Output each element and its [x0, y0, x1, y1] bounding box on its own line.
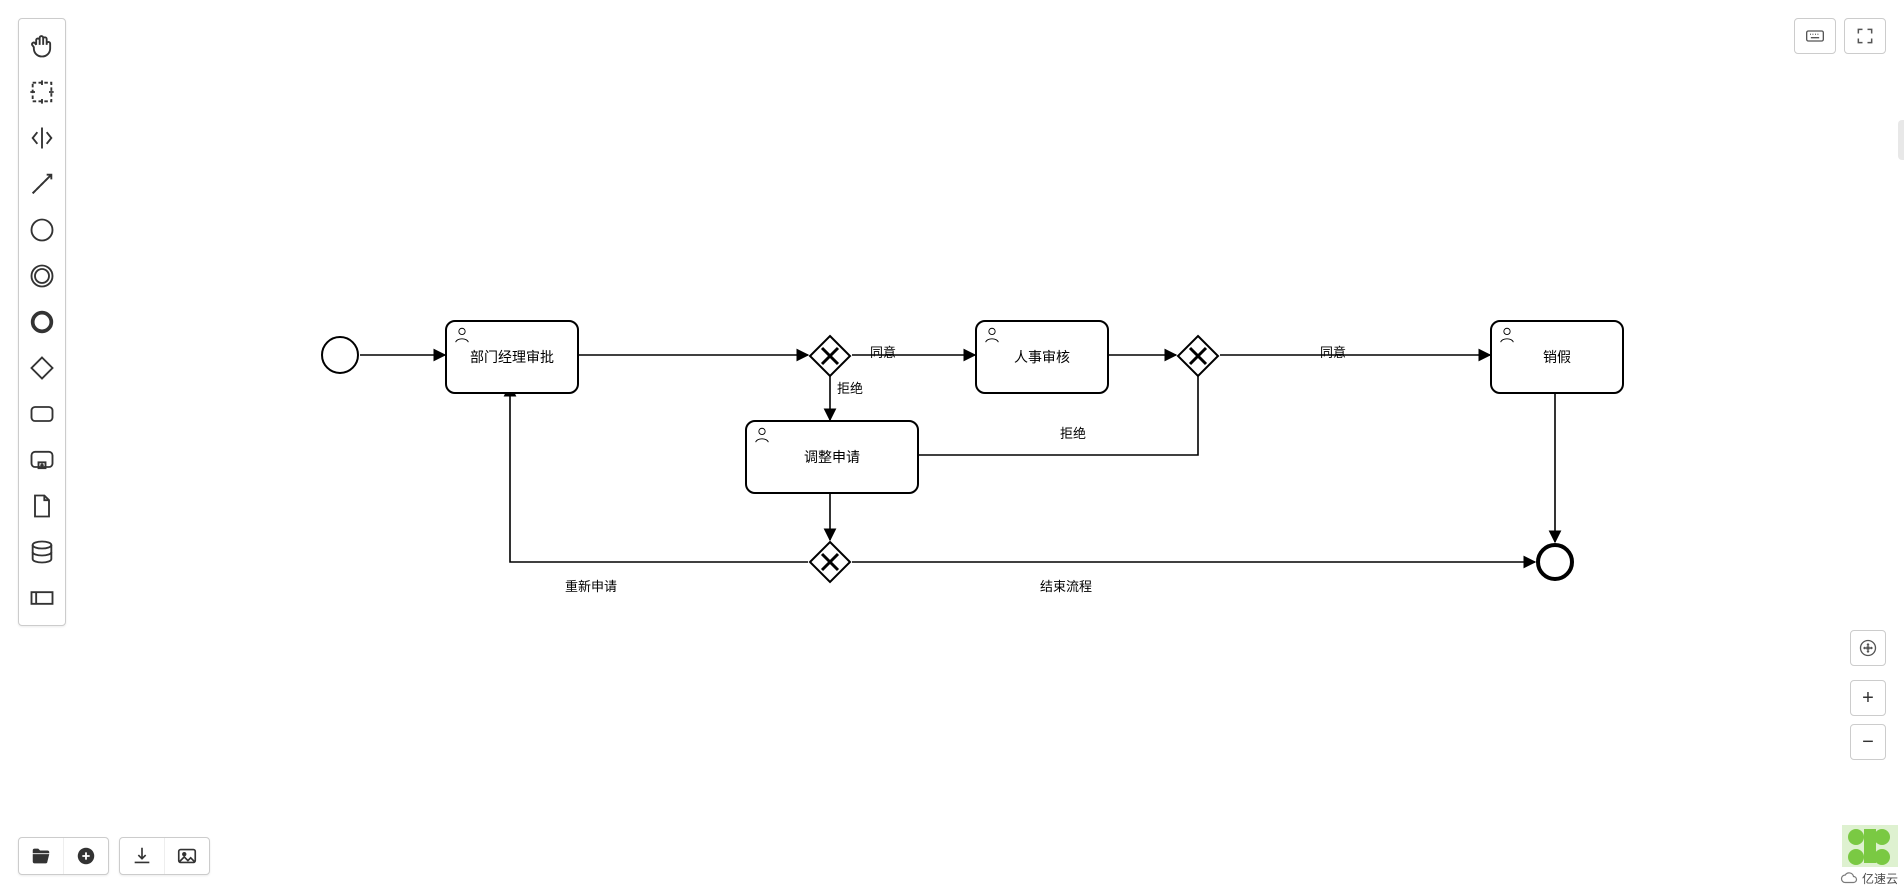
- space-tool-icon[interactable]: [19, 115, 65, 161]
- reset-viewport-button[interactable]: [1850, 630, 1886, 666]
- task-label: 销假: [1543, 347, 1571, 367]
- brand-watermark: 亿速云: [1840, 825, 1898, 887]
- task-label: 调整申请: [804, 447, 860, 467]
- task-icon[interactable]: [19, 391, 65, 437]
- task-label: 人事审核: [1014, 347, 1070, 367]
- exclusive-gateway-icon[interactable]: [19, 345, 65, 391]
- flow-label-end[interactable]: 结束流程: [1040, 576, 1092, 595]
- exclusive-gateway-2[interactable]: [1176, 334, 1220, 378]
- end-event[interactable]: [1535, 542, 1575, 582]
- diagram-canvas[interactable]: [0, 0, 1904, 893]
- user-task-icon: [1498, 326, 1516, 344]
- zoom-in-label: +: [1862, 687, 1874, 710]
- cloud-icon: [1840, 869, 1858, 887]
- keyboard-shortcuts-button[interactable]: [1794, 18, 1836, 54]
- exclusive-gateway-3[interactable]: [808, 540, 852, 584]
- flow-label-approve-2[interactable]: 同意: [1320, 342, 1346, 361]
- download-image-button[interactable]: [164, 838, 209, 874]
- flow-label-reapply[interactable]: 重新申请: [565, 576, 617, 595]
- zoom-out-label: −: [1862, 731, 1874, 754]
- hand-tool-icon[interactable]: [19, 23, 65, 69]
- exclusive-gateway-1[interactable]: [808, 334, 852, 378]
- brand-name: 亿速云: [1862, 870, 1898, 887]
- user-task-icon: [453, 326, 471, 344]
- tool-palette: [18, 18, 66, 626]
- zoom-out-button[interactable]: −: [1850, 724, 1886, 760]
- user-task-adjust-request[interactable]: 调整申请: [745, 420, 919, 494]
- end-event-icon[interactable]: [19, 299, 65, 345]
- user-task-icon: [983, 326, 1001, 344]
- flow-label-approve-1[interactable]: 同意: [870, 342, 896, 361]
- start-event[interactable]: [320, 335, 360, 375]
- top-right-controls: [1794, 18, 1886, 54]
- flow-label-reject-1[interactable]: 拒绝: [837, 378, 863, 397]
- brand-logo-icon: [1842, 825, 1898, 867]
- participant-pool-icon[interactable]: [19, 575, 65, 621]
- flow-label-reject-2[interactable]: 拒绝: [1060, 423, 1086, 442]
- create-new-button[interactable]: [63, 838, 108, 874]
- task-label: 部门经理审批: [470, 347, 554, 367]
- lasso-tool-icon[interactable]: [19, 69, 65, 115]
- zoom-in-button[interactable]: +: [1850, 680, 1886, 716]
- start-event-icon[interactable]: [19, 207, 65, 253]
- intermediate-event-icon[interactable]: [19, 253, 65, 299]
- right-edge-handle[interactable]: [1898, 120, 1904, 160]
- user-task-icon: [753, 426, 771, 444]
- data-object-icon[interactable]: [19, 483, 65, 529]
- user-task-dept-approval[interactable]: 部门经理审批: [445, 320, 579, 394]
- subprocess-expanded-icon[interactable]: [19, 437, 65, 483]
- zoom-controls: + −: [1850, 680, 1886, 760]
- global-connect-tool-icon[interactable]: [19, 161, 65, 207]
- open-file-button[interactable]: [19, 838, 63, 874]
- download-bpmn-button[interactable]: [120, 838, 164, 874]
- user-task-hr-review[interactable]: 人事审核: [975, 320, 1109, 394]
- user-task-cancel-leave[interactable]: 销假: [1490, 320, 1624, 394]
- data-store-icon[interactable]: [19, 529, 65, 575]
- io-toolbar: [18, 837, 210, 875]
- fullscreen-toggle-button[interactable]: [1844, 18, 1886, 54]
